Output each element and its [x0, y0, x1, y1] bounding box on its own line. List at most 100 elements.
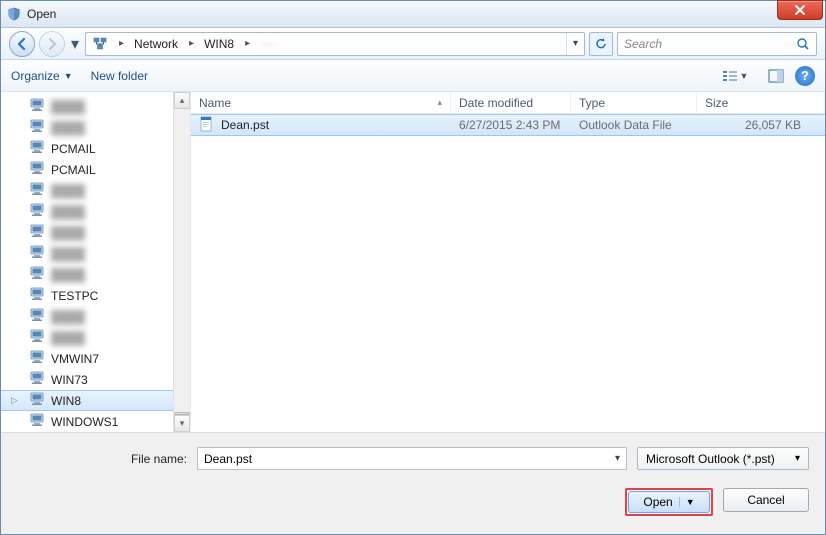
filename-input[interactable]: Dean.pst ▾ — [197, 447, 627, 470]
tree-label: WINDOWS1 — [51, 415, 118, 429]
computer-icon — [29, 140, 45, 157]
window-title: Open — [27, 7, 56, 21]
help-icon: ? — [801, 68, 809, 83]
expand-icon[interactable]: ▷ — [11, 395, 18, 406]
tree-item[interactable]: ████ — [1, 201, 190, 222]
column-type[interactable]: Type — [571, 92, 697, 113]
chevron-down-icon: ▾ — [795, 453, 800, 464]
new-folder-button[interactable]: New folder — [91, 69, 148, 83]
column-date[interactable]: Date modified — [451, 92, 571, 113]
file-type-cell: Outlook Data File — [571, 118, 697, 132]
tree-item[interactable]: WIN73 — [1, 369, 190, 390]
tree-item[interactable]: ████ — [1, 327, 190, 348]
file-list-pane: Name▴ Date modified Type Size Dean.pst6/… — [191, 92, 825, 432]
app-icon — [7, 7, 21, 21]
computer-icon — [29, 245, 45, 262]
chevron-down-icon[interactable]: ▾ — [615, 453, 620, 464]
preview-icon — [768, 69, 784, 83]
computer-icon — [29, 161, 45, 178]
chevron-down-icon: ▼ — [740, 71, 749, 81]
computer-icon — [29, 392, 45, 409]
arrow-left-icon — [15, 37, 29, 51]
tree-label-obscured: ████ — [51, 268, 85, 282]
scroll-up-button[interactable]: ▴ — [174, 92, 190, 109]
computer-icon — [29, 203, 45, 220]
search-placeholder: Search — [624, 37, 781, 51]
computer-icon — [29, 98, 45, 115]
file-size-cell: 26,057 KB — [697, 118, 825, 132]
split-chevron-icon[interactable]: ▼ — [679, 497, 695, 507]
chevron-right-icon[interactable]: ▸ — [241, 38, 254, 49]
view-options-button[interactable]: ▼ — [713, 65, 757, 87]
address-bar[interactable]: ▸ Network ▸ WIN8 ▸ ···· ▾ — [85, 32, 585, 56]
view-icon — [722, 69, 738, 83]
tree-label-obscured: ████ — [51, 310, 85, 324]
tree-label: TESTPC — [51, 289, 98, 303]
cancel-button[interactable]: Cancel — [723, 488, 809, 512]
tree-item[interactable]: ████ — [1, 117, 190, 138]
computer-icon — [29, 371, 45, 388]
tree-label-obscured: ████ — [51, 205, 85, 219]
nav-tree: ████ ████ PCMAIL PCMAIL ████ ████ ████ ████ ████… — [1, 92, 191, 432]
file-name-cell: Dean.pst — [191, 116, 451, 135]
close-button[interactable] — [777, 0, 823, 20]
command-bar: Organize ▼ New folder ▼ ? — [1, 60, 825, 92]
recent-locations-dropdown[interactable]: ▾ — [69, 31, 81, 57]
preview-pane-button[interactable] — [763, 65, 789, 87]
tree-label-obscured: ████ — [51, 184, 85, 198]
breadcrumb-network[interactable]: Network — [128, 33, 185, 55]
tree-item[interactable]: PCMAIL — [1, 138, 190, 159]
computer-icon — [29, 224, 45, 241]
breadcrumb-win8[interactable]: WIN8 — [198, 33, 241, 55]
dialog-footer: File name: Dean.pst ▾ Microsoft Outlook … — [1, 432, 825, 534]
sort-asc-icon: ▴ — [437, 97, 442, 108]
file-type-filter[interactable]: Microsoft Outlook (*.pst) ▾ — [637, 447, 809, 470]
tree-label-obscured: ████ — [51, 121, 85, 135]
tree-item[interactable]: VMWIN7 — [1, 348, 190, 369]
chevron-down-icon: ▼ — [64, 71, 73, 81]
tree-label: PCMAIL — [51, 142, 96, 156]
column-headers: Name▴ Date modified Type Size — [191, 92, 825, 114]
tree-label: WIN8 — [51, 394, 81, 408]
address-dropdown[interactable]: ▾ — [566, 33, 584, 55]
tree-item[interactable]: ████ — [1, 96, 190, 117]
open-button[interactable]: Open ▼ — [628, 491, 710, 513]
tree-item[interactable]: ████ — [1, 264, 190, 285]
tree-item[interactable]: ████ — [1, 306, 190, 327]
filename-label: File name: — [17, 452, 187, 466]
tree-label-obscured: ████ — [51, 331, 85, 345]
computer-icon — [29, 413, 45, 430]
column-name[interactable]: Name▴ — [191, 92, 451, 113]
close-icon — [794, 4, 806, 16]
help-button[interactable]: ? — [795, 66, 815, 86]
tree-label-obscured: ████ — [51, 100, 85, 114]
tree-label-obscured: ████ — [51, 247, 85, 261]
forward-button[interactable] — [39, 31, 65, 57]
sidebar-scrollbar[interactable]: ▴ ▾ — [173, 92, 190, 432]
tree-item[interactable]: PCMAIL — [1, 159, 190, 180]
tree-item[interactable]: TESTPC — [1, 285, 190, 306]
back-button[interactable] — [9, 31, 35, 57]
scroll-down-button[interactable]: ▾ — [174, 415, 190, 432]
computer-icon — [29, 287, 45, 304]
file-row[interactable]: Dean.pst6/27/2015 2:43 PMOutlook Data Fi… — [191, 114, 825, 136]
computer-icon — [29, 350, 45, 367]
computer-icon — [29, 308, 45, 325]
breadcrumb-obscured[interactable]: ···· — [254, 33, 283, 55]
tree-item[interactable]: ████ — [1, 180, 190, 201]
pst-file-icon — [199, 116, 215, 135]
refresh-button[interactable] — [589, 32, 613, 56]
breadcrumb-root-icon[interactable] — [86, 33, 115, 55]
tree-item[interactable]: ▷ WIN8 — [1, 390, 190, 411]
tree-item[interactable]: ████ — [1, 243, 190, 264]
chevron-right-icon[interactable]: ▸ — [185, 38, 198, 49]
search-input[interactable]: Search··· — [617, 32, 817, 56]
organize-menu[interactable]: Organize ▼ — [11, 69, 73, 83]
tree-item[interactable]: WINDOWS1 — [1, 411, 190, 432]
tree-item[interactable]: ████ — [1, 222, 190, 243]
refresh-icon — [594, 37, 608, 51]
computer-icon — [29, 119, 45, 136]
computer-icon — [29, 182, 45, 199]
column-size[interactable]: Size — [697, 92, 825, 113]
chevron-right-icon[interactable]: ▸ — [115, 38, 128, 49]
